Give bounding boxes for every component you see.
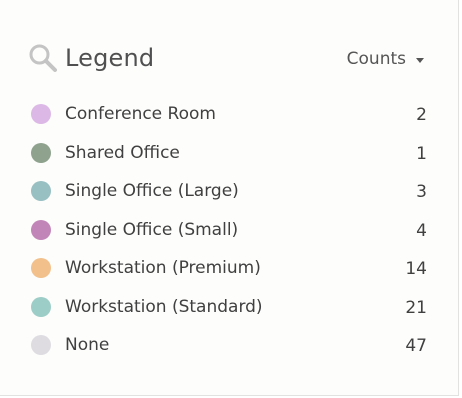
legend-item-count: 4 <box>416 220 427 241</box>
legend-panel: Legend Counts Conference Room 2 Shared O… <box>0 0 459 396</box>
legend-item-count: 2 <box>416 105 427 126</box>
color-swatch <box>31 258 51 279</box>
legend-item-single-office-large[interactable]: Single Office (Large) 3 <box>31 172 427 211</box>
legend-item-label: Conference Room <box>65 104 216 125</box>
search-icon[interactable] <box>28 43 58 73</box>
legend-item-count: 14 <box>405 259 427 280</box>
legend-item-count: 21 <box>405 297 427 318</box>
legend-title: Legend <box>65 44 155 72</box>
color-swatch <box>31 219 51 240</box>
legend-item-label: Shared Office <box>65 142 180 163</box>
color-swatch <box>31 335 51 356</box>
legend-item-count: 3 <box>416 182 427 203</box>
counts-sort-dropdown[interactable]: Counts <box>347 47 424 71</box>
legend-item-label: None <box>65 335 110 356</box>
legend-item-label: Single Office (Large) <box>65 181 239 202</box>
color-swatch <box>31 296 51 317</box>
legend-header: Legend Counts <box>28 42 424 74</box>
legend-item-single-office-small[interactable]: Single Office (Small) 4 <box>31 211 427 250</box>
legend-item-label: Workstation (Premium) <box>65 258 261 279</box>
counts-sort-label: Counts <box>346 49 406 69</box>
color-swatch <box>31 181 51 202</box>
legend-item-label: Single Office (Small) <box>65 219 239 240</box>
legend-item-count: 47 <box>405 336 427 357</box>
legend-item-label: Workstation (Standard) <box>65 296 263 317</box>
legend-list: Conference Room 2 Shared Office 1 Single… <box>31 95 427 365</box>
legend-item-none[interactable]: None 47 <box>31 326 427 365</box>
color-swatch <box>31 104 51 125</box>
legend-item-workstation-standard[interactable]: Workstation (Standard) 21 <box>31 288 427 327</box>
caret-down-icon <box>416 57 424 63</box>
legend-item-count: 1 <box>416 143 427 164</box>
legend-item-shared-office[interactable]: Shared Office 1 <box>31 134 427 173</box>
legend-item-workstation-premium[interactable]: Workstation (Premium) 14 <box>31 249 427 288</box>
color-swatch <box>31 142 51 163</box>
legend-item-conference-room[interactable]: Conference Room 2 <box>31 95 427 134</box>
